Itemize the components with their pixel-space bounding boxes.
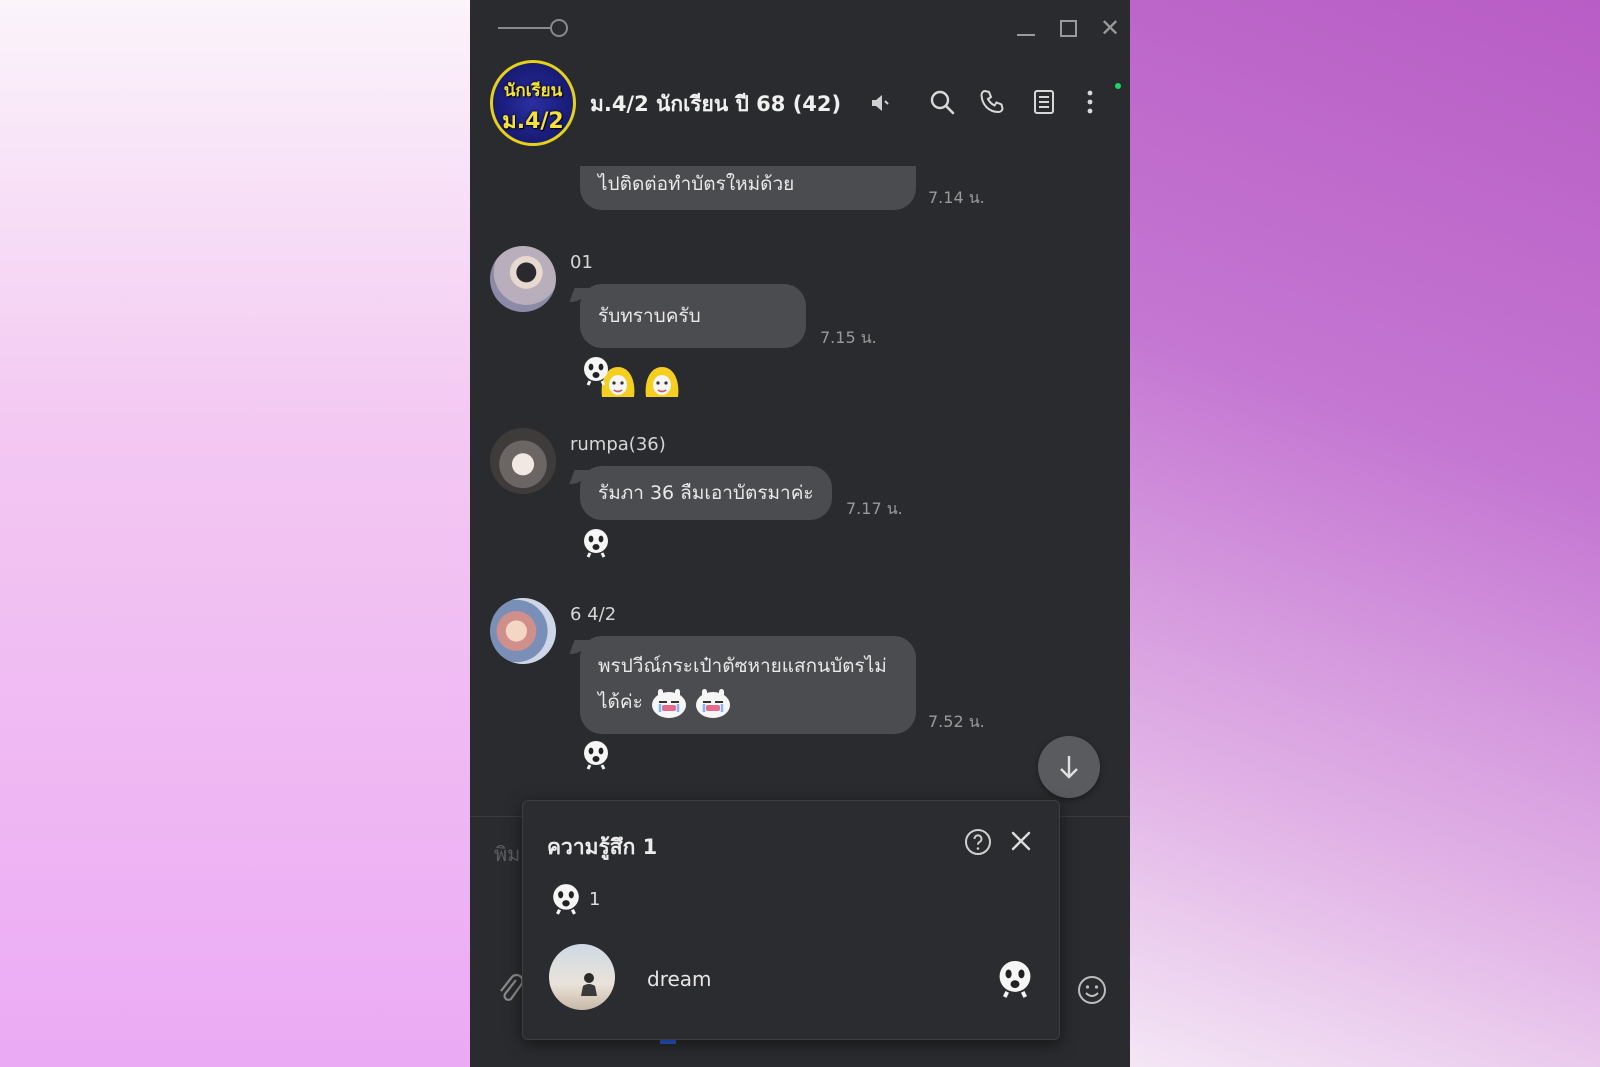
message-text-line1: พรปวีณ์กระเป๋าตัซหายแสกนบัตรไม่: [598, 655, 887, 677]
blonde-sticker-emoji-icon: [601, 366, 679, 397]
reaction-face-icon[interactable]: [551, 883, 581, 915]
message-input[interactable]: พิม: [494, 838, 520, 870]
chat-window: ✕ นักเรียน ม.4/2 ม.4/2 นักเรียน ปี 68 (4…: [470, 0, 1130, 1067]
group-avatar-text-line1: นักเรียน: [503, 81, 563, 101]
reaction-face-icon[interactable]: [582, 740, 610, 770]
message-bubble[interactable]: พรปวีณ์กระเป๋าตัซหายแสกนบัตรไม่ ได้ค่ะ: [580, 636, 916, 734]
reaction-face-icon[interactable]: [582, 356, 610, 386]
more-icon[interactable]: [1076, 88, 1104, 116]
close-icon[interactable]: [1007, 827, 1035, 855]
sender-name: 6 4/2: [570, 604, 617, 625]
group-avatar-text-line2: ม.4/2: [502, 109, 564, 134]
message-time: 7.52 น.: [928, 712, 985, 731]
avatar[interactable]: [549, 944, 615, 1010]
message-bubble[interactable]: ไปติดต่อทำบัตรใหม่ด้วย: [580, 166, 916, 210]
help-icon[interactable]: [963, 827, 993, 857]
opacity-slider-track[interactable]: [498, 27, 550, 29]
arrow-down-icon: [1060, 756, 1078, 779]
sender-name: 01: [570, 252, 593, 273]
phone-icon[interactable]: [978, 88, 1006, 116]
reaction-face-icon[interactable]: [582, 528, 610, 558]
close-window-button[interactable]: ✕: [1098, 16, 1122, 40]
reaction-count: 1: [589, 889, 601, 910]
reacted-user-name[interactable]: dream: [647, 967, 712, 991]
title-bar: ✕: [470, 0, 1130, 54]
message-text: รับทราบครับ: [598, 305, 701, 327]
message-bubble[interactable]: รัมภา 36 ลืมเอาบัตรมาค่ะ: [580, 466, 832, 520]
message-text-line2: ได้ค่ะ: [598, 691, 643, 713]
person-silhouette-icon: [581, 973, 597, 996]
attach-icon[interactable]: [496, 972, 524, 1006]
opacity-slider-handle[interactable]: [550, 19, 568, 37]
popup-title: ความรู้สึก 1: [547, 835, 658, 859]
scroll-to-bottom-button[interactable]: [1038, 736, 1100, 798]
notes-icon[interactable]: [1030, 88, 1058, 116]
message-bubble[interactable]: รับทราบครับ: [580, 284, 806, 397]
crying-rabbit-emoji-icon: [651, 688, 730, 718]
speaker-mute-icon: [872, 95, 889, 111]
message-text: รัมภา 36 ลืมเอาบัตรมาค่ะ: [598, 482, 814, 504]
background-left: [0, 0, 470, 1067]
message-time: 7.17 น.: [846, 499, 903, 518]
maximize-button[interactable]: [1056, 16, 1080, 40]
sender-name: rumpa(36): [570, 434, 666, 455]
message-time: 7.14 น.: [928, 188, 985, 207]
message-text: ไปติดต่อทำบัตรใหม่ด้วย: [598, 173, 795, 195]
chat-title[interactable]: ม.4/2 นักเรียน ปี 68 (42): [590, 88, 841, 121]
sender-avatar[interactable]: [490, 428, 556, 494]
sender-avatar[interactable]: [490, 598, 556, 664]
message-time: 7.15 น.: [820, 328, 877, 347]
sender-avatar[interactable]: [490, 246, 556, 312]
online-indicator: [1115, 83, 1121, 89]
emoji-icon[interactable]: [1076, 974, 1108, 1006]
group-avatar[interactable]: นักเรียน ม.4/2: [490, 60, 576, 146]
search-icon[interactable]: [928, 88, 956, 116]
minimize-button[interactable]: [1014, 16, 1038, 40]
reaction-face-icon: [999, 961, 1031, 998]
background-right: [1130, 0, 1600, 1067]
reaction-popup: ความรู้สึก 1 1 dream: [522, 800, 1060, 1040]
